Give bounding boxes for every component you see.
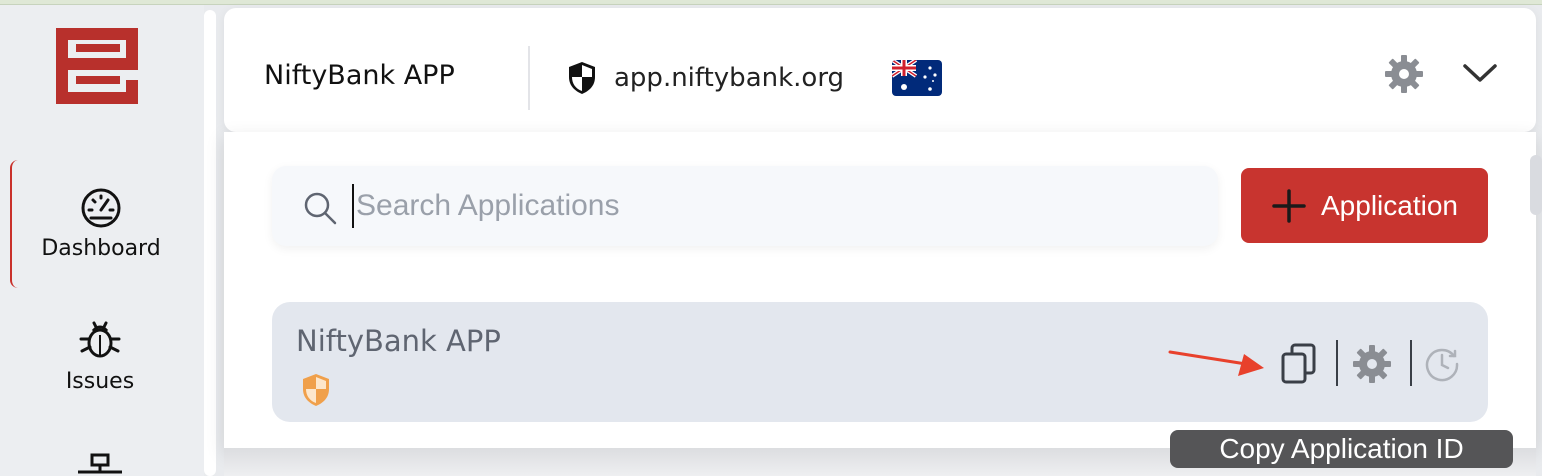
search-box xyxy=(272,166,1218,246)
sidebar-item-dashboard[interactable]: Dashboard xyxy=(10,160,190,288)
search-input[interactable] xyxy=(352,184,1172,228)
application-row[interactable]: NiftyBank APP xyxy=(272,302,1488,422)
shield-icon xyxy=(569,62,595,94)
annotation-arrow-icon xyxy=(1168,350,1264,376)
chevron-down-icon[interactable] xyxy=(1462,58,1498,88)
copy-icon[interactable] xyxy=(1278,342,1320,386)
add-application-button[interactable]: Application xyxy=(1241,168,1488,243)
copy-id-tooltip: Copy Application ID xyxy=(1170,430,1513,468)
row-action-divider xyxy=(1410,340,1412,386)
search-icon xyxy=(304,192,337,225)
row-action-divider xyxy=(1336,340,1338,386)
sidebar-item-network[interactable] xyxy=(10,453,190,476)
app-domain: app.niftybank.org xyxy=(614,63,845,93)
settings-gear-icon[interactable] xyxy=(1384,54,1424,94)
header-divider xyxy=(528,46,530,110)
australia-flag-icon xyxy=(892,60,942,96)
speedometer-icon xyxy=(81,188,121,227)
sidebar-item-issues[interactable]: Issues xyxy=(10,317,190,417)
history-clock-icon[interactable] xyxy=(1424,346,1460,382)
app-header: NiftyBank APP app.niftybank.org xyxy=(224,8,1536,132)
application-settings-gear-icon[interactable] xyxy=(1352,344,1392,384)
add-application-label: Application xyxy=(1321,189,1458,221)
app-title: NiftyBank APP xyxy=(264,60,455,91)
application-name: NiftyBank APP xyxy=(296,324,501,358)
dropdown-scrollbar[interactable] xyxy=(1530,155,1542,215)
network-icon xyxy=(78,453,122,474)
orange-shield-icon xyxy=(303,374,329,406)
sidebar-item-label: Issues xyxy=(65,369,135,394)
top-border xyxy=(0,0,1542,5)
brand-logo xyxy=(56,28,138,104)
sidebar-item-label: Dashboard xyxy=(41,235,161,261)
plus-icon xyxy=(1272,188,1306,223)
bug-icon xyxy=(79,321,121,358)
sidebar: Dashboard Issues xyxy=(0,5,204,476)
sidebar-divider xyxy=(204,10,216,476)
